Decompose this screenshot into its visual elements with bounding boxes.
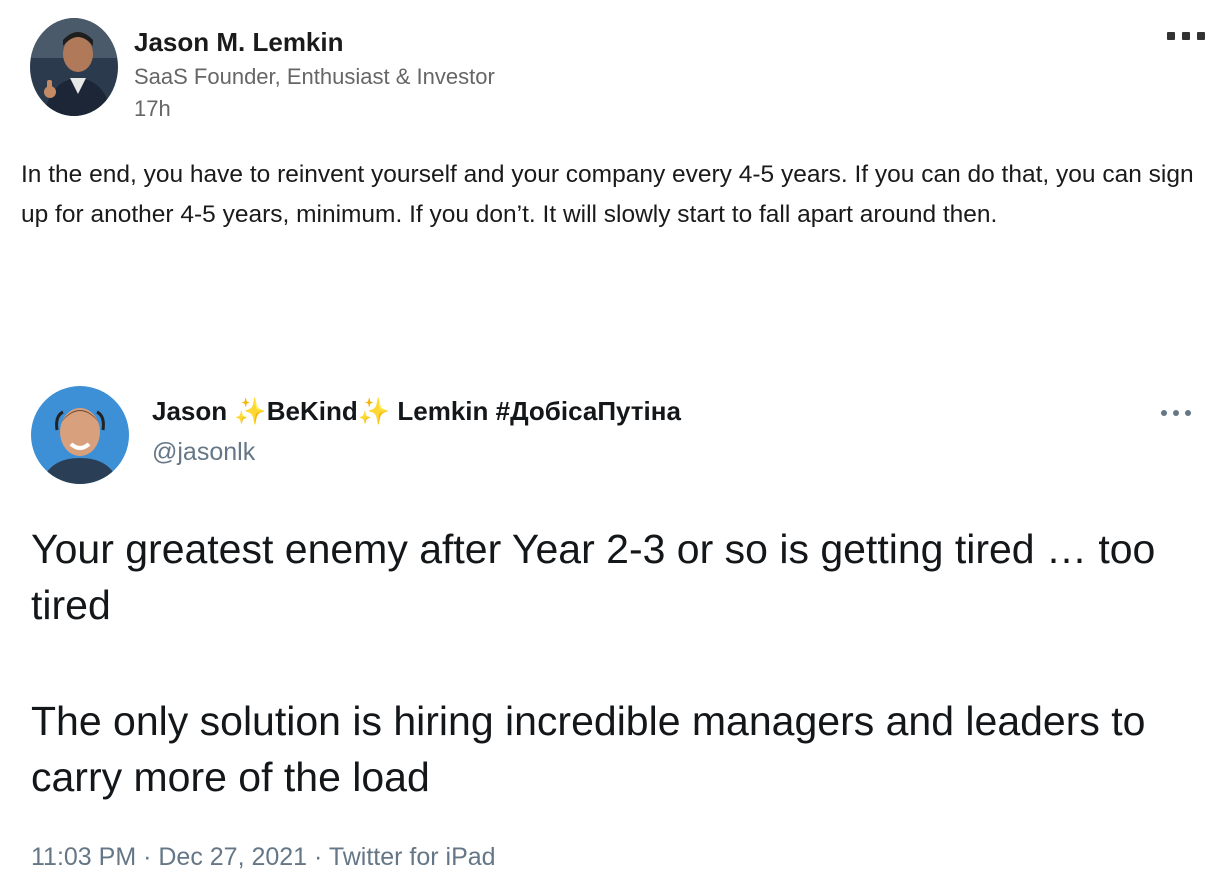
tweet-timestamp[interactable]: 11:03 PM · Dec 27, 2021 · Twitter for iP… — [31, 843, 496, 872]
avatar-photo — [30, 18, 118, 116]
author-name[interactable]: Jason M. Lemkin — [134, 27, 344, 58]
post-text: In the end, you have to reinvent yoursel… — [21, 161, 1194, 228]
author-avatar[interactable] — [30, 18, 118, 116]
sparkles-icon: ✨ — [234, 396, 267, 426]
tweet-name-last: Lemkin #ДобісаПутіна — [397, 396, 681, 426]
more-options-button[interactable] — [1163, 26, 1209, 46]
tweet-name-first: Jason — [152, 396, 228, 426]
tweet-handle[interactable]: @jasonlk — [152, 438, 255, 467]
post-timestamp: 17h — [134, 96, 171, 121]
tweet-display-name[interactable]: Jason ✨BeKind✨ Lemkin #ДобісаПутіна — [152, 396, 681, 427]
tweet-paragraph: Your greatest enemy after Year 2-3 or so… — [31, 526, 1156, 628]
tweet-name-middle: BeKind — [266, 396, 358, 426]
avatar-photo — [31, 386, 129, 484]
tweet-author-avatar[interactable] — [31, 386, 129, 484]
tweet-more-options-button[interactable] — [1158, 406, 1198, 420]
more-horizontal-icon — [1161, 410, 1167, 416]
more-horizontal-icon — [1182, 32, 1190, 40]
sparkles-icon: ✨ — [357, 396, 391, 426]
more-horizontal-icon — [1197, 32, 1205, 40]
more-horizontal-icon — [1185, 410, 1191, 416]
author-headline: SaaS Founder, Enthusiast & Investor — [134, 64, 495, 89]
more-horizontal-icon — [1167, 32, 1175, 40]
tweet-paragraph: The only solution is hiring incredible m… — [31, 698, 1146, 800]
more-horizontal-icon — [1173, 410, 1179, 416]
